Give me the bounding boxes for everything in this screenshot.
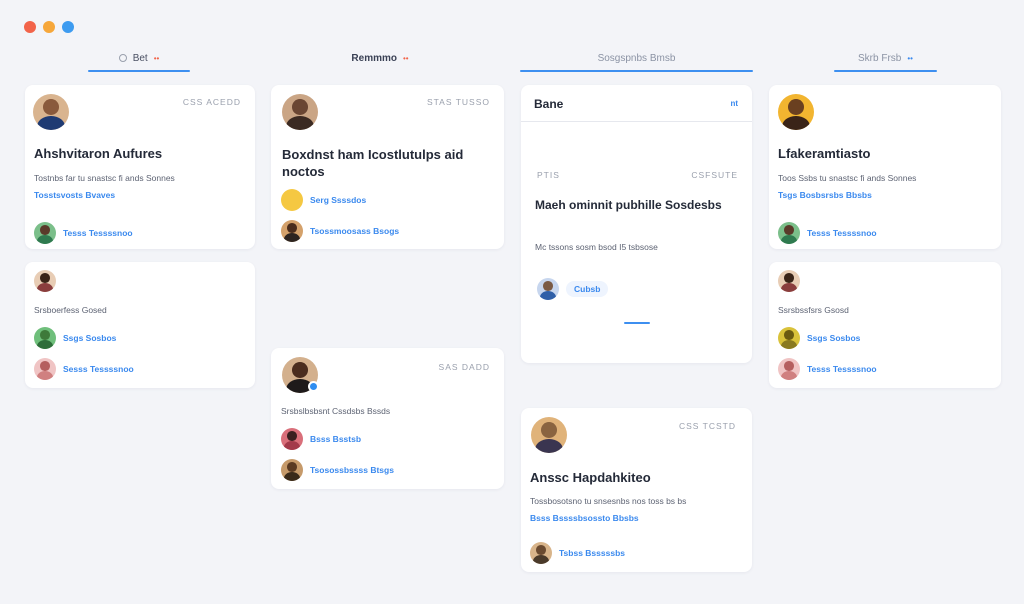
assignee-name: Ssgs Sosbos: [63, 333, 117, 343]
card-title: Lfakeramtiasto: [778, 146, 871, 161]
avatar: [281, 189, 303, 211]
card-description: Toos Ssbs tu snastsc fi ands Sonnes: [778, 173, 917, 183]
assignee-name: Tesss Tessssnoo: [63, 228, 133, 238]
column-badge: ••: [153, 53, 160, 63]
card-description: Tossbosotsno tu snsesnbs nos toss bs bs: [530, 496, 687, 506]
assignee[interactable]: Bsss Bsstsb: [281, 428, 361, 450]
circle-icon: [118, 54, 127, 62]
window-controls: [24, 21, 74, 33]
column-label: Remmmo: [351, 52, 397, 64]
column-label: Skrb Frsb: [858, 52, 902, 64]
card-title: Anssc Hapdahkiteo: [530, 470, 651, 485]
assignee[interactable]: Tsosossbssss Btsgs: [281, 459, 394, 481]
card-3[interactable]: STAS TUSSO Boxdnst ham Icostlutulps aid …: [271, 85, 504, 249]
assignee[interactable]: Sesss Tessssnoo: [34, 358, 134, 380]
card-count: nt: [730, 99, 738, 108]
card-title: Ahshvitaron Aufures: [34, 146, 163, 161]
card-5[interactable]: SAS DADD Srsbslbsbsnt Cssdsbs Bssds Bsss…: [271, 348, 504, 489]
column-tab-1[interactable]: Bet ••: [88, 44, 190, 72]
avatar: [33, 94, 69, 130]
assignee-name: Cubsb: [566, 281, 609, 297]
assignee[interactable]: Tesss Tessssnoo: [778, 358, 877, 380]
avatar: [34, 358, 56, 380]
avatar: [778, 222, 800, 244]
avatar: [778, 94, 814, 130]
avatar: [281, 220, 303, 242]
avatar: [34, 270, 56, 292]
assignee-name: Bsss Bsstsb: [310, 434, 362, 444]
avatar: [778, 327, 800, 349]
card-7[interactable]: Lfakeramtiasto Toos Ssbs tu snastsc fi a…: [769, 85, 1001, 249]
assignee-name: Tsbss Bsssssbs: [559, 548, 625, 558]
card-1[interactable]: CSS ACEDD Ahshvitaron Aufures Tostnbs fa…: [25, 85, 255, 249]
card-description: Ssrsbssfsrs Gsosd: [778, 305, 849, 315]
assignee[interactable]: Tsossmoosass Bsogs: [281, 220, 399, 242]
assignee-name: Serg Ssssdos: [310, 195, 367, 205]
avatar: [531, 417, 567, 453]
avatar: [530, 542, 552, 564]
card-2[interactable]: Srsboerfess Gosed Ssgs Sosbos Sesss Tess…: [25, 262, 255, 388]
assignee-name: Tesss Tessssnoo: [807, 364, 877, 374]
card-title: Bane: [534, 97, 564, 111]
assignee-name: Sesss Tessssnoo: [63, 364, 134, 374]
card-meta: SAS DADD: [438, 362, 490, 372]
column-label: Sosgspnbs Bmsb: [597, 52, 676, 64]
maximize-dot[interactable]: [62, 21, 74, 33]
assignee-name: Tsossmoosass Bsogs: [310, 226, 400, 236]
assignee-chip[interactable]: Cubsb: [537, 278, 609, 300]
verified-icon: [308, 381, 319, 392]
card-8[interactable]: Ssrsbssfsrs Gsosd Ssgs Sosbos Tesss Tess…: [769, 262, 1001, 388]
card-description: Tostnbs far tu snastsc fi ands Sonnes: [34, 173, 175, 183]
drop-indicator: [624, 322, 650, 324]
card-meta: STAS TUSSO: [426, 97, 490, 107]
avatar: [778, 358, 800, 380]
card-title: Boxdnst ham Icostlutulps aid noctos: [282, 147, 464, 179]
assignee-name: Ssgs Sosbos: [807, 333, 861, 343]
card-meta: CSS ACEDD: [182, 97, 241, 107]
card-meta-left: PTIS: [537, 170, 560, 180]
avatar: [537, 278, 559, 300]
column-tab-2[interactable]: Remmmo ••: [320, 44, 440, 72]
column-label: Bet: [132, 52, 148, 64]
assignee-name: Tesss Tessssnoo: [807, 228, 877, 238]
card-description: Srsbslbsbsnt Cssdsbs Bssds: [281, 406, 391, 416]
card-6[interactable]: CSS TCSTD Anssc Hapdahkiteo Tossbosotsno…: [521, 408, 752, 572]
card-description: Mc tssons sosm bsod I5 tsbsose: [535, 242, 658, 252]
avatar: [34, 222, 56, 244]
assignee[interactable]: Ssgs Sosbos: [34, 327, 116, 349]
column-tab-4[interactable]: Skrb Frsb ••: [834, 44, 937, 72]
assignee[interactable]: Tesss Tessssnoo: [778, 222, 877, 244]
assignee-name: Tsosossbssss Btsgs: [310, 465, 394, 475]
assignee[interactable]: Serg Ssssdos: [281, 189, 366, 211]
assignee[interactable]: Tsbss Bsssssbs: [530, 542, 625, 564]
card-link[interactable]: Tosstsvosts Bvaves: [34, 190, 115, 200]
card-meta-right: CSFSUTE: [691, 170, 738, 180]
avatar: [778, 270, 800, 292]
card-description: Srsboerfess Gosed: [34, 305, 107, 315]
avatar: [282, 94, 318, 130]
assignee[interactable]: Ssgs Sosbos: [778, 327, 860, 349]
minimize-dot[interactable]: [43, 21, 55, 33]
avatar: [281, 428, 303, 450]
assignee[interactable]: Tesss Tessssnoo: [34, 222, 133, 244]
avatar: [34, 327, 56, 349]
close-dot[interactable]: [24, 21, 36, 33]
card-subtitle: Maeh ominnit pubhille Sosdesbs: [535, 198, 722, 212]
card-link[interactable]: Tsgs Bosbsrsbs Bbsbs: [778, 190, 872, 200]
column-badge: ••: [907, 53, 913, 63]
card-4[interactable]: Bane nt PTIS CSFSUTE Maeh ominnit pubhil…: [521, 85, 752, 363]
card-link[interactable]: Bsss Bssssbsossto Bbsbs: [530, 513, 639, 523]
card-meta: CSS TCSTD: [678, 421, 736, 431]
avatar: [281, 459, 303, 481]
column-tab-3[interactable]: Sosgspnbs Bmsb: [520, 44, 753, 72]
column-badge: ••: [402, 53, 409, 63]
